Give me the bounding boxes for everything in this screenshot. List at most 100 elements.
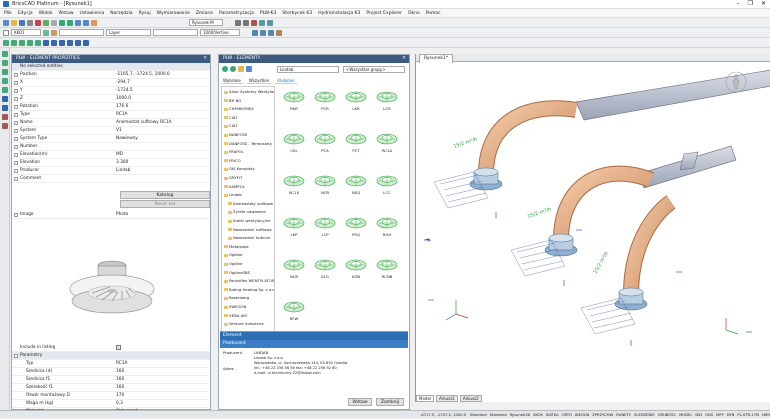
property-row[interactable]: System V1 (12, 127, 210, 135)
tree-item[interactable]: DANFOSS (224, 131, 274, 138)
close-panel-button[interactable]: Zamknij (376, 398, 404, 406)
manufacturer-select[interactable]: Lindab (277, 66, 339, 73)
menu-item-settings[interactable]: Ustawienia (80, 11, 105, 16)
layout1-tab[interactable]: Arkusz1 (436, 395, 458, 402)
element-tile[interactable]: KLG (310, 256, 340, 292)
tree-item[interactable]: Panvoflex WENTYLATOR (224, 277, 274, 284)
parameter-value[interactable]: 160 (116, 368, 124, 376)
dimstyle-combo[interactable]: 1000/Vertive (200, 29, 240, 36)
drawing-viewport[interactable]: Rysunek1* 15/2 m³/h 15/2 m³/h 15/2 m³/h … (415, 54, 770, 402)
tree-item[interactable]: Żyrafa nawiewne (228, 208, 274, 215)
layer-icon[interactable] (91, 19, 97, 26)
style-combo[interactable]: KKO1 (11, 29, 41, 36)
element-tile[interactable]: RGH (372, 214, 402, 250)
tree-item[interactable]: GKI Komplety (224, 165, 274, 172)
color-combo[interactable] (59, 29, 104, 36)
property-row[interactable]: Elevation 3.300 (12, 159, 210, 167)
tree-item[interactable]: GRYFIT (224, 174, 274, 181)
tree-item[interactable]: Metalplast (224, 243, 274, 250)
element-bar[interactable]: Element (220, 332, 408, 340)
tree-item[interactable]: CIAT (224, 122, 274, 129)
parameter-value[interactable]: RC1A (116, 360, 127, 368)
property-row[interactable]: Comment (12, 175, 210, 183)
print-icon[interactable] (27, 19, 33, 26)
tree-item[interactable]: Nawiewniki sufitowe (228, 226, 274, 233)
cut-icon[interactable] (35, 19, 41, 26)
property-value[interactable]: -1165.7, -1724.5, 1000.0 (116, 71, 170, 79)
paste-icon[interactable] (51, 19, 57, 26)
property-row[interactable]: Y -1724.5 (12, 87, 210, 95)
parameter-row[interactable]: Typ RC1A (12, 360, 210, 368)
menu-item-parametric[interactable]: Parametryzacja (219, 11, 254, 16)
tree-item[interactable]: Nawiewniki ścienne (228, 234, 274, 241)
elements-close-icon[interactable]: ✕ (402, 55, 406, 63)
row-toggle-icon[interactable] (14, 105, 18, 109)
element-tile[interactable]: NSQ (341, 172, 371, 208)
new-icon[interactable] (3, 19, 9, 26)
pan-icon[interactable] (83, 19, 89, 26)
tree-item[interactable]: Rosenberg (224, 294, 274, 301)
element-tile[interactable]: PSQ (341, 214, 371, 250)
element-tile[interactable]: LKR (341, 88, 371, 124)
snap-icon[interactable] (252, 29, 258, 36)
row-toggle-icon[interactable] (14, 161, 18, 165)
parameter-row[interactable]: Średnica f1 160 (12, 376, 210, 384)
tree-item[interactable]: Lindab (224, 191, 274, 198)
diffuser-2[interactable] (544, 233, 578, 257)
menu-item-draw[interactable]: Rysuj (139, 11, 151, 16)
tree-item[interactable]: CIAT (224, 114, 274, 121)
property-row[interactable]: Producer Lindab (12, 167, 210, 175)
parameter-row[interactable]: Szerokość f1 160 (12, 384, 210, 392)
line-icon[interactable] (3, 39, 9, 46)
undo-icon[interactable] (59, 19, 65, 26)
tab-selected[interactable]: Wybrane (221, 78, 243, 84)
erase-icon[interactable] (2, 114, 8, 120)
diffuser-1[interactable] (469, 167, 503, 191)
property-value[interactable]: 176.6 (116, 103, 128, 111)
menu-item-window[interactable]: Okno (408, 11, 420, 16)
element-tile[interactable]: PCT (341, 130, 371, 166)
menu-item-view[interactable]: Widok (39, 11, 53, 16)
element-tile[interactable]: RCW (279, 298, 309, 334)
parameter-row[interactable]: Waga m (kg) 0,3 (12, 400, 210, 408)
parameter-row[interactable]: Otwór montażowy D 170 (12, 392, 210, 400)
property-value[interactable]: -294.7 (116, 79, 130, 87)
save-icon[interactable] (19, 19, 25, 26)
text-icon[interactable] (2, 96, 8, 102)
draw-line-icon[interactable] (2, 51, 8, 57)
property-row[interactable]: Z 1000.0 (12, 95, 210, 103)
property-value[interactable]: 3.300 (116, 159, 128, 167)
property-value[interactable]: RC1A (116, 111, 127, 119)
properties-icon[interactable] (235, 19, 241, 26)
tree-item[interactable]: FRICO (224, 157, 274, 164)
model-tab[interactable]: Model (416, 395, 435, 402)
property-value[interactable]: Nawiewny (116, 135, 138, 143)
property-value[interactable]: MD (116, 151, 123, 159)
property-row[interactable]: Rotation 176.6 (12, 103, 210, 111)
freeze-icon[interactable] (51, 29, 57, 36)
property-value[interactable]: Anemostat sufitowy RC1A (116, 119, 172, 127)
move-icon[interactable] (43, 39, 49, 46)
row-toggle-icon[interactable] (14, 145, 18, 149)
menu-item-file[interactable]: Plik (4, 11, 12, 16)
parameter-value[interactable]: 160 (116, 376, 124, 384)
menu-item-modify[interactable]: Zmiana (196, 11, 213, 16)
element-tile[interactable]: LKP (279, 214, 309, 250)
copy-icon[interactable] (43, 19, 49, 26)
element-tile[interactable]: LCP (310, 214, 340, 250)
tree-item[interactable]: DANFOSS - Termostaty (224, 140, 274, 147)
parameter-row[interactable]: Średnica (d) 160 (12, 368, 210, 376)
property-value[interactable]: V1 (116, 127, 122, 135)
lineweight-combo[interactable] (153, 29, 198, 36)
property-row[interactable]: Elevation(m) MD (12, 151, 210, 159)
tree-item[interactable]: Ogólne (224, 260, 274, 267)
parameter-value[interactable]: 170 (116, 392, 124, 400)
minimize-button[interactable]: – (737, 0, 740, 7)
measure-icon[interactable] (276, 29, 282, 36)
element-tile[interactable]: KGB (341, 256, 371, 292)
tree-item[interactable]: FRAPOL (224, 148, 274, 155)
zoom-icon[interactable] (75, 19, 81, 26)
tab-all[interactable]: Wszystkie (246, 78, 271, 84)
producer-bar[interactable]: Producent (220, 340, 408, 348)
extend-icon[interactable] (83, 39, 89, 46)
